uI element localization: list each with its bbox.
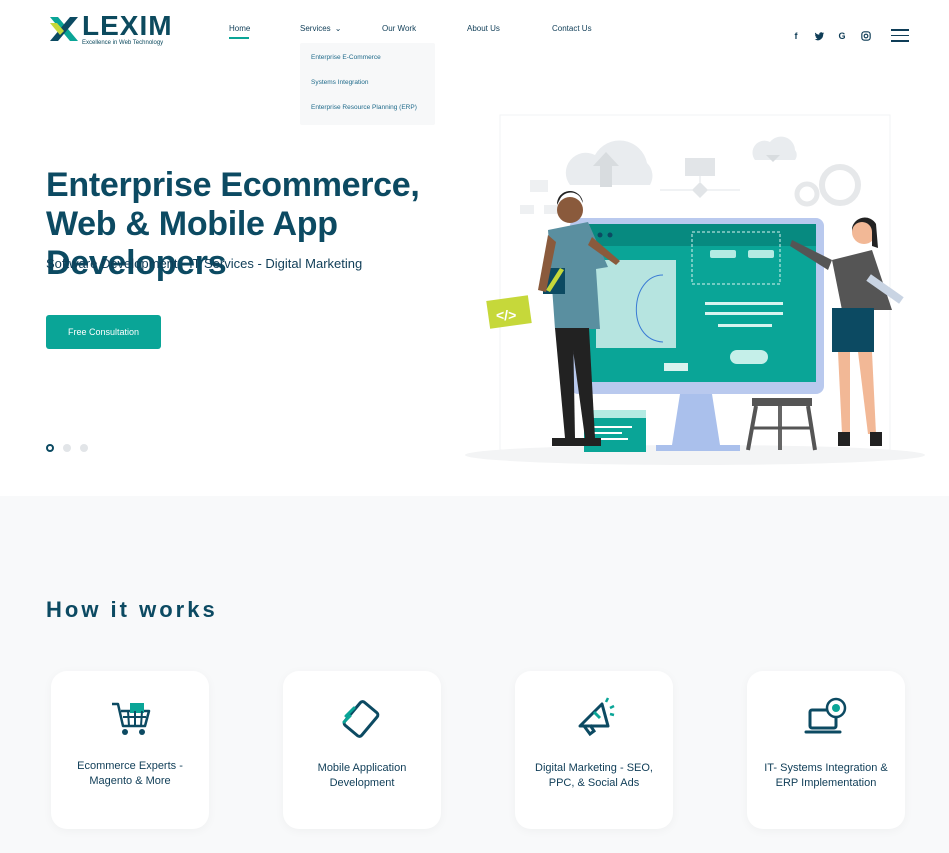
service-card-label: Mobile Application Development bbox=[317, 762, 407, 789]
dropdown-item-systems-integration[interactable]: Systems Integration bbox=[311, 79, 368, 86]
page: LEXIM Excellence in Web Technology Home … bbox=[0, 0, 949, 853]
services-dropdown: Enterprise E-Commerce Systems Integratio… bbox=[300, 43, 435, 125]
facebook-icon[interactable]: f bbox=[790, 30, 802, 42]
section-title: How it works bbox=[46, 597, 218, 622]
logo-mark-icon bbox=[50, 17, 78, 41]
how-it-works-section: How it works Ecommerce Experts - Magento… bbox=[0, 496, 949, 853]
dropdown-item-erp[interactable]: Enterprise Resource Planning (ERP) bbox=[311, 104, 417, 111]
nav-services[interactable]: Services ⌄ bbox=[300, 24, 341, 33]
mobile-device-icon bbox=[342, 700, 380, 738]
hamburger-menu-icon[interactable] bbox=[891, 29, 909, 43]
shopping-cart-icon bbox=[112, 702, 151, 735]
hero-illustration: </> bbox=[465, 114, 925, 465]
service-card-marketing[interactable]: Digital Marketing - SEO, PPC, & Social A… bbox=[515, 671, 673, 829]
nav-home-label: Home bbox=[229, 24, 251, 33]
service-card-mobile[interactable]: Mobile Application Development bbox=[283, 671, 441, 829]
active-nav-underline bbox=[229, 37, 249, 39]
svg-text:</>: </> bbox=[496, 307, 516, 323]
service-card-ecommerce[interactable]: Ecommerce Experts - Magento & More bbox=[51, 671, 209, 829]
free-consultation-button[interactable]: Free Consultation bbox=[46, 315, 161, 349]
nav-our-work[interactable]: Our Work bbox=[382, 24, 416, 33]
nav-about-us[interactable]: About Us bbox=[467, 24, 500, 33]
slider-dot-2[interactable] bbox=[63, 444, 71, 452]
dropdown-item-enterprise-ecommerce[interactable]: Enterprise E-Commerce bbox=[311, 54, 381, 61]
logo[interactable]: LEXIM Excellence in Web Technology bbox=[48, 9, 173, 46]
hero-subtitle: Software Development - IT Services - Dig… bbox=[46, 256, 363, 271]
service-card-label: Digital Marketing - SEO, PPC, & Social A… bbox=[535, 762, 653, 789]
laptop-gear-icon bbox=[804, 697, 847, 734]
slider-dots bbox=[46, 444, 88, 452]
logo-name: LEXIM bbox=[82, 9, 173, 41]
google-icon[interactable]: G bbox=[836, 30, 848, 42]
nav-contact-us[interactable]: Contact Us bbox=[552, 24, 592, 33]
service-card-it-systems[interactable]: IT- Systems Integration & ERP Implementa… bbox=[747, 671, 905, 829]
nav-services-label: Services bbox=[300, 24, 331, 33]
slider-dot-1[interactable] bbox=[46, 444, 54, 452]
chevron-down-icon: ⌄ bbox=[334, 24, 342, 33]
megaphone-icon bbox=[578, 697, 615, 737]
slider-dot-3[interactable] bbox=[80, 444, 88, 452]
instagram-icon[interactable] bbox=[860, 30, 872, 42]
twitter-icon[interactable] bbox=[813, 30, 825, 42]
logo-tagline: Excellence in Web Technology bbox=[82, 39, 164, 46]
service-card-label: Ecommerce Experts - Magento & More bbox=[77, 760, 183, 787]
nav-home[interactable]: Home bbox=[229, 24, 251, 39]
service-card-label: IT- Systems Integration & ERP Implementa… bbox=[764, 762, 888, 789]
